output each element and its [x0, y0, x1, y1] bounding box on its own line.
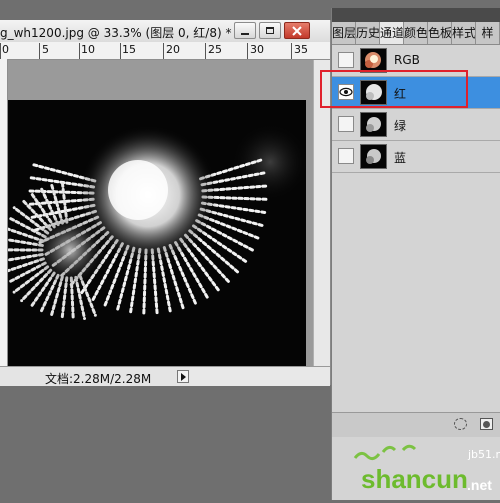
eye-icon: [339, 85, 353, 99]
channel-thumbnail: [360, 48, 387, 73]
channel-thumbnail: [360, 112, 387, 137]
load-selection-icon[interactable]: [454, 418, 467, 430]
document-titlebar[interactable]: g_wh1200.jpg @ 33.3% (图层 0, 红/8) *: [0, 20, 330, 43]
channel-label: 红: [394, 85, 406, 102]
watermark-brand: shancun: [361, 464, 468, 495]
save-selection-icon[interactable]: [480, 418, 493, 430]
ruler-label: 0: [2, 43, 9, 56]
ruler-tick: [79, 43, 80, 59]
channel-label: 蓝: [394, 149, 406, 166]
ruler-label: 20: [166, 43, 180, 56]
ruler-tick: [0, 43, 1, 59]
channel-row-rgb[interactable]: RGB: [332, 45, 500, 77]
firework-image: [8, 100, 306, 368]
tab-more[interactable]: 样: [476, 22, 500, 44]
panel-title-strip[interactable]: [332, 8, 500, 22]
ruler-label: 35: [294, 43, 308, 56]
close-button[interactable]: [284, 22, 310, 39]
channel-label: RGB: [394, 53, 420, 67]
channel-row-blue[interactable]: 蓝: [332, 141, 500, 173]
panel-bottom-bar: [332, 412, 500, 437]
channel-image[interactable]: [8, 100, 306, 368]
thumbnail-image: [361, 49, 387, 73]
tab-history[interactable]: 历史: [356, 22, 380, 44]
vertical-scrollbar[interactable]: [313, 60, 330, 368]
ruler-label: 30: [250, 43, 264, 56]
channel-row-green[interactable]: 绿: [332, 109, 500, 141]
ruler-tick: [205, 43, 206, 59]
channel-row-red[interactable]: 红: [332, 77, 500, 109]
document-window: g_wh1200.jpg @ 33.3% (图层 0, 红/8) * 0 5 1…: [0, 20, 331, 385]
watermark-site: jb51.net: [468, 448, 500, 461]
watermark-suffix: .net: [467, 477, 492, 493]
ruler-tick: [163, 43, 164, 59]
document-title: g_wh1200.jpg @ 33.3% (图层 0, 红/8) *: [0, 24, 231, 41]
channel-label: 绿: [394, 117, 406, 134]
visibility-toggle[interactable]: [338, 52, 354, 68]
document-size-status: 文档:2.28M/2.28M: [45, 370, 151, 387]
channels-panel: 图层 历史 通道 颜色 色板 样式 样 RGB 红 绿 蓝: [331, 8, 500, 500]
ruler-label: 25: [208, 43, 222, 56]
horizontal-ruler: 0 5 10 15 20 25 30 35: [0, 42, 330, 60]
canvas-area[interactable]: [8, 60, 313, 368]
mask-circle-icon: [483, 421, 490, 428]
visibility-toggle[interactable]: [338, 116, 354, 132]
minimize-button[interactable]: [234, 22, 256, 39]
close-icon: [292, 26, 302, 36]
tab-swatches[interactable]: 色板: [428, 22, 452, 44]
visibility-toggle[interactable]: [338, 84, 354, 100]
ruler-label: 15: [122, 43, 136, 56]
minimize-icon: [241, 33, 249, 35]
status-menu-arrow[interactable]: [177, 370, 189, 383]
restore-icon: [266, 27, 274, 34]
thumbnail-image: [361, 81, 387, 105]
thumbnail-image: [361, 113, 387, 137]
visibility-toggle[interactable]: [338, 148, 354, 164]
ruler-label: 10: [81, 43, 95, 56]
restore-button[interactable]: [259, 22, 281, 39]
channel-thumbnail: [360, 80, 387, 105]
ruler-tick: [247, 43, 248, 59]
panel-tabs: 图层 历史 通道 颜色 色板 样式 样: [332, 22, 500, 45]
tab-layers[interactable]: 图层: [332, 22, 356, 44]
vertical-ruler: [0, 59, 8, 379]
ruler-tick: [291, 43, 292, 59]
ruler-tick: [39, 43, 40, 59]
ruler-label: 5: [42, 43, 49, 56]
channel-thumbnail: [360, 144, 387, 169]
ruler-tick: [120, 43, 121, 59]
horizontal-scrollbar[interactable]: [190, 366, 330, 386]
thumbnail-image: [361, 145, 387, 169]
tab-styles[interactable]: 样式: [452, 22, 476, 44]
tab-channels[interactable]: 通道: [380, 22, 404, 44]
tab-color[interactable]: 颜色: [404, 22, 428, 44]
site-watermark: jb51.net shancun .net: [343, 440, 500, 500]
